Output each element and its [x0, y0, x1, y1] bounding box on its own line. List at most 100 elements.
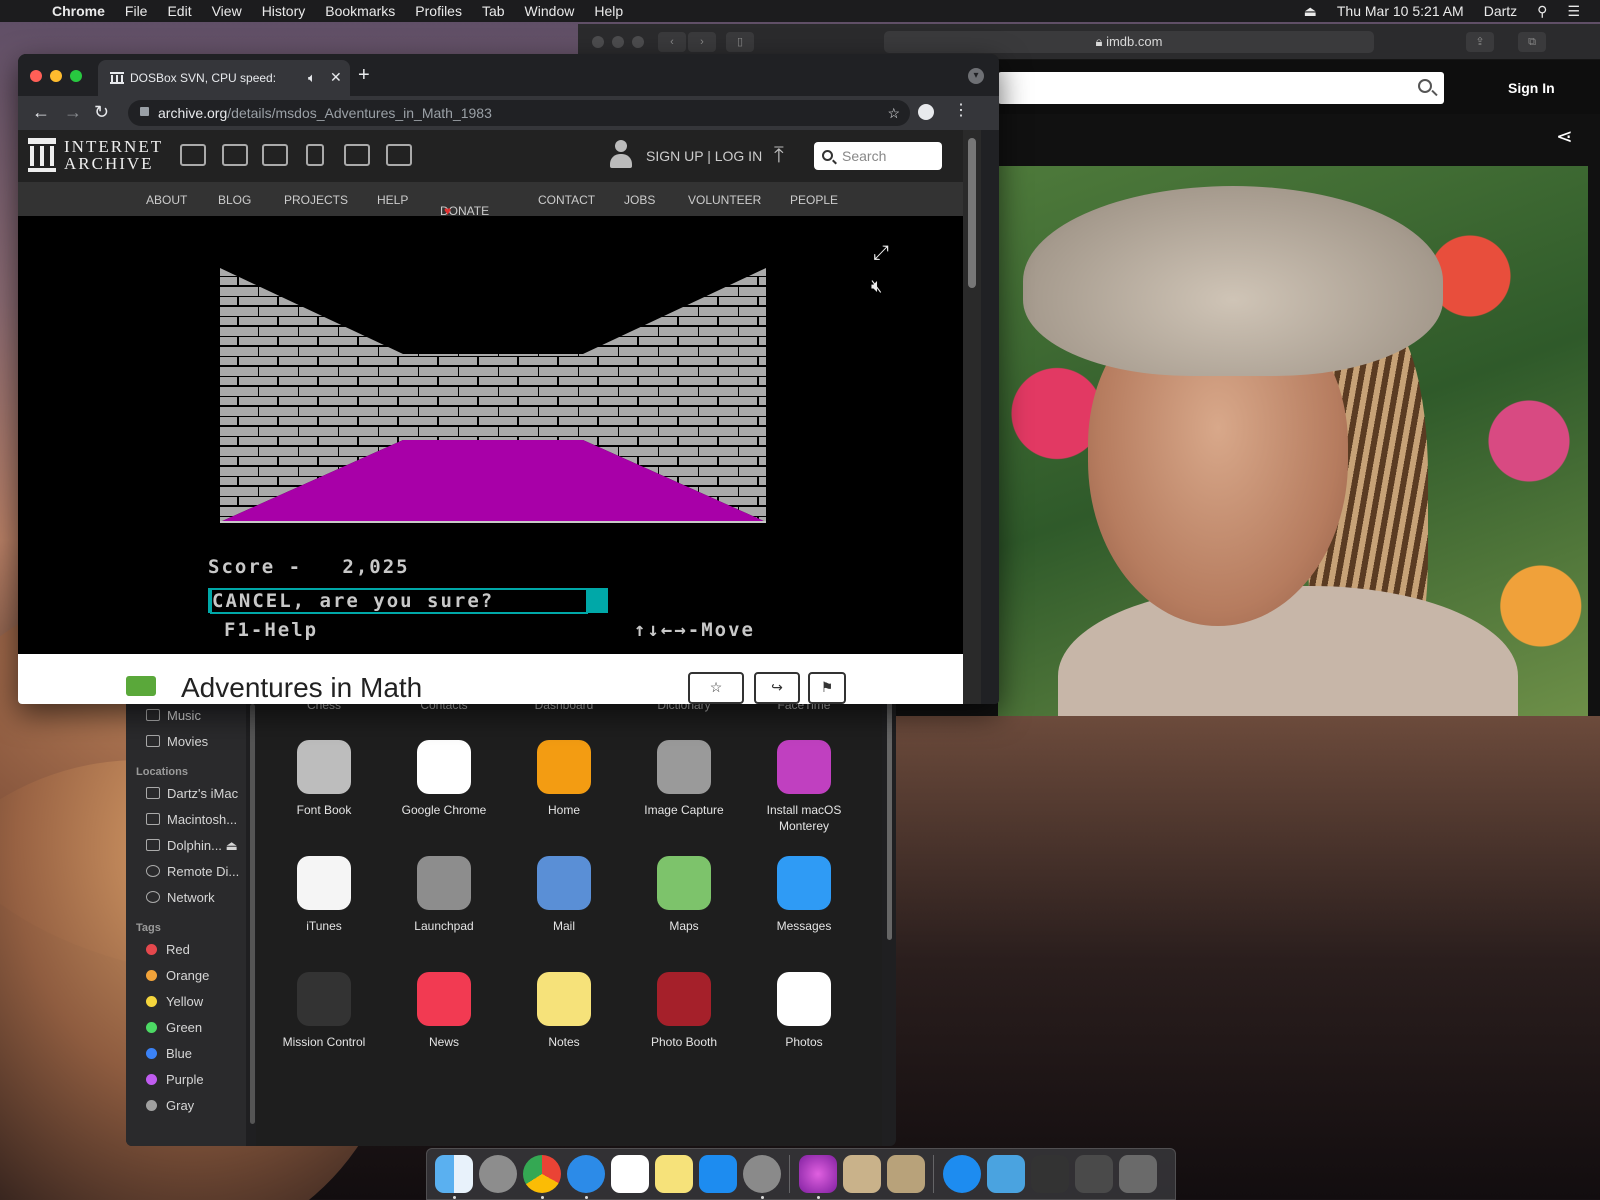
- share-button[interactable]: ↪: [754, 672, 800, 704]
- tag-purple[interactable]: Purple: [146, 1072, 204, 1087]
- app-maps[interactable]: Maps: [624, 856, 744, 934]
- app-store-download-icon[interactable]: [943, 1155, 981, 1193]
- trash-icon[interactable]: [1119, 1155, 1157, 1193]
- new-tab-icon[interactable]: +: [358, 64, 370, 87]
- nav-help[interactable]: HELP: [377, 193, 408, 207]
- tabs-overview-icon[interactable]: ⧉: [1518, 32, 1546, 52]
- menu-clock[interactable]: Thu Mar 10 5:21 AM: [1337, 3, 1464, 19]
- sidebar-item-movies[interactable]: Movies: [146, 734, 208, 749]
- sidebar-item-macintosh[interactable]: Macintosh...: [146, 812, 237, 827]
- safari-close-button[interactable]: [592, 36, 604, 48]
- menu-help[interactable]: Help: [594, 3, 623, 19]
- chess-icon[interactable]: [843, 1155, 881, 1193]
- signup-login-link[interactable]: SIGN UP | LOG IN: [646, 148, 762, 164]
- nav-projects[interactable]: PROJECTS: [284, 193, 348, 207]
- web-icon[interactable]: [180, 144, 206, 166]
- sidebar-item-music[interactable]: Music: [146, 708, 201, 723]
- profile-icon[interactable]: [918, 104, 934, 120]
- calendar-icon[interactable]: [611, 1155, 649, 1193]
- bookmark-star-icon[interactable]: ☆: [887, 100, 900, 126]
- tag-gray[interactable]: Gray: [146, 1098, 194, 1113]
- safari-back-button[interactable]: ‹: [658, 32, 686, 52]
- nav-blog[interactable]: BLOG: [218, 193, 251, 207]
- app-notes[interactable]: Notes: [504, 972, 624, 1050]
- zoom-button[interactable]: [70, 70, 82, 82]
- system-preferences-icon[interactable]: [743, 1155, 781, 1193]
- menu-user[interactable]: Dartz: [1484, 3, 1517, 19]
- dosbox-emulator-canvas[interactable]: ⤢ 🔇︎ Score - 2,025 CANCEL, are you sure?…: [18, 216, 963, 654]
- finder-icon[interactable]: [435, 1155, 473, 1193]
- spotlight-icon[interactable]: ⚲: [1537, 3, 1547, 20]
- user-icon[interactable]: [608, 140, 634, 172]
- sidebar-item-dolphin[interactable]: Dolphin... ⏏: [146, 838, 238, 854]
- app-home[interactable]: Home: [504, 740, 624, 818]
- favorite-button[interactable]: ☆: [688, 672, 744, 704]
- audio-icon[interactable]: [306, 144, 324, 166]
- nav-contact[interactable]: CONTACT: [538, 193, 595, 207]
- launchpad-icon[interactable]: [479, 1155, 517, 1193]
- menu-window[interactable]: Window: [525, 3, 575, 19]
- menu-profiles[interactable]: Profiles: [415, 3, 462, 19]
- calculator-icon[interactable]: [1075, 1155, 1113, 1193]
- reload-icon[interactable]: ↻: [94, 102, 109, 123]
- share-icon[interactable]: ⇪: [1466, 32, 1494, 52]
- software-icon[interactable]: [344, 144, 370, 166]
- chrome-icon[interactable]: [523, 1155, 561, 1193]
- video-icon[interactable]: [262, 144, 288, 166]
- sidebar-scrollbar[interactable]: [248, 694, 256, 1146]
- safari-zoom-button[interactable]: [632, 36, 644, 48]
- page-scrollbar[interactable]: [963, 130, 981, 704]
- app-google-chrome[interactable]: Google Chrome: [384, 740, 504, 818]
- menu-tab[interactable]: Tab: [482, 3, 505, 19]
- tab-dosbox[interactable]: DOSBox SVN, CPU speed: 🔈︎ ✕: [98, 60, 350, 96]
- app-photos[interactable]: Photos: [744, 972, 864, 1050]
- safari-forward-button[interactable]: ›: [688, 32, 716, 52]
- upload-icon[interactable]: ⤒: [774, 142, 784, 168]
- screenshot-icon[interactable]: [1031, 1155, 1069, 1193]
- menu-file[interactable]: File: [125, 3, 148, 19]
- installer-icon[interactable]: [799, 1155, 837, 1193]
- app-mail[interactable]: Mail: [504, 856, 624, 934]
- menu-view[interactable]: View: [212, 3, 242, 19]
- texts-icon[interactable]: [222, 144, 248, 166]
- mute-icon[interactable]: 🔇︎: [871, 276, 882, 297]
- tag-green[interactable]: Green: [146, 1020, 202, 1035]
- tab-close-icon[interactable]: ✕: [330, 69, 342, 86]
- nav-jobs[interactable]: JOBS: [624, 193, 655, 207]
- menu-app-name[interactable]: Chrome: [52, 3, 105, 19]
- app-itunes[interactable]: iTunes: [264, 856, 384, 934]
- nav-people[interactable]: PEOPLE: [790, 193, 838, 207]
- sidebar-item-remote-disc[interactable]: Remote Di...: [146, 864, 239, 879]
- ia-logo-text[interactable]: INTERNET ARCHIVE: [64, 138, 163, 172]
- imdb-search-input[interactable]: [998, 72, 1444, 104]
- app-mission-control[interactable]: Mission Control: [264, 972, 384, 1050]
- tag-blue[interactable]: Blue: [146, 1046, 192, 1061]
- app-messages[interactable]: Messages: [744, 856, 864, 934]
- tag-red[interactable]: Red: [146, 942, 190, 957]
- images-icon[interactable]: [386, 144, 412, 166]
- archive-utility-icon[interactable]: [887, 1155, 925, 1193]
- menu-bookmarks[interactable]: Bookmarks: [325, 3, 395, 19]
- sidebar-toggle-icon[interactable]: ▯: [726, 32, 754, 52]
- safari-icon[interactable]: [567, 1155, 605, 1193]
- sidebar-item-network[interactable]: Network: [146, 890, 215, 905]
- menu-edit[interactable]: Edit: [167, 3, 191, 19]
- app-launchpad[interactable]: Launchpad: [384, 856, 504, 934]
- tab-audio-icon[interactable]: 🔈︎: [308, 70, 316, 86]
- sidebar-item-imac[interactable]: Dartz's iMac: [146, 786, 238, 801]
- forward-arrow-icon[interactable]: →: [64, 102, 82, 123]
- menu-history[interactable]: History: [262, 3, 306, 19]
- app-install-macos-monterey[interactable]: Install macOS Monterey: [744, 740, 864, 834]
- control-center-icon[interactable]: ☰: [1567, 3, 1580, 20]
- fullscreen-icon[interactable]: ⤢: [873, 242, 889, 265]
- ia-search-input[interactable]: Search: [814, 142, 942, 170]
- app-store-icon[interactable]: [699, 1155, 737, 1193]
- app-photo-booth[interactable]: Photo Booth: [624, 972, 744, 1050]
- app-font-book[interactable]: Font Book: [264, 740, 384, 818]
- eject-icon[interactable]: ⏏: [1304, 3, 1317, 20]
- eject-icon[interactable]: ⏏: [226, 838, 238, 853]
- tag-yellow[interactable]: Yellow: [146, 994, 203, 1009]
- internet-archive-logo-icon[interactable]: [28, 138, 56, 172]
- close-button[interactable]: [30, 70, 42, 82]
- nav-about[interactable]: ABOUT: [146, 193, 187, 207]
